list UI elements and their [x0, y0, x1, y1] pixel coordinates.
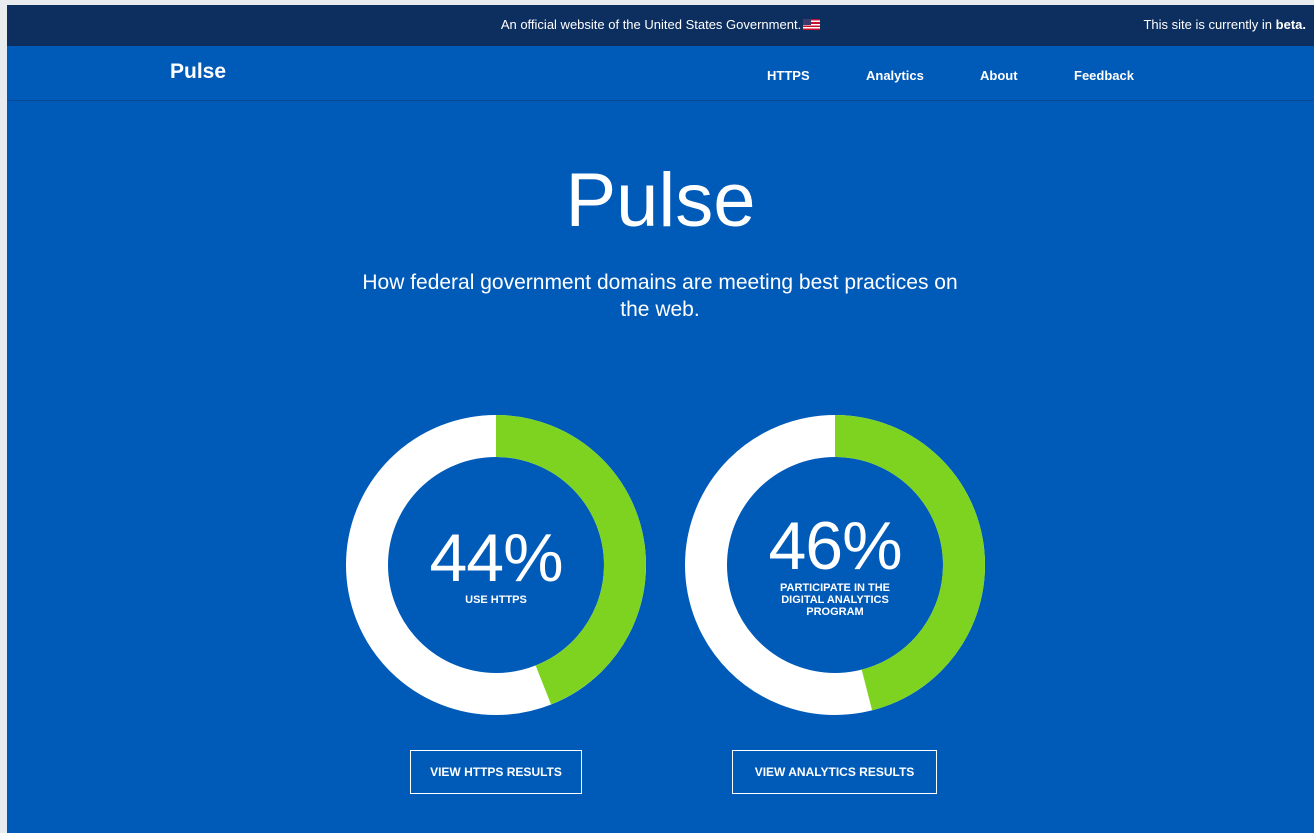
- https-percent-label: USE HTTPS: [465, 594, 527, 606]
- nav-link-feedback[interactable]: Feedback: [1074, 68, 1134, 83]
- beta-prefix: This site is currently in: [1143, 17, 1273, 32]
- analytics-donut-inner: 46% PARTICIPATE IN THE DIGITAL ANALYTICS…: [684, 414, 986, 716]
- gov-banner: An official website of the United States…: [7, 5, 1314, 46]
- nav-link-https[interactable]: HTTPS: [767, 68, 810, 83]
- beta-notice: This site is currently in beta.: [1143, 17, 1306, 32]
- page-frame: An official website of the United States…: [7, 5, 1314, 833]
- beta-word: beta.: [1275, 17, 1306, 32]
- gov-banner-text-wrap: An official website of the United States…: [7, 17, 1314, 32]
- view-analytics-results-button[interactable]: VIEW ANALYTICS RESULTS: [732, 750, 937, 794]
- https-donut-chart: 44% USE HTTPS: [345, 414, 647, 716]
- https-donut-inner: 44% USE HTTPS: [345, 414, 647, 716]
- nav-link-analytics[interactable]: Analytics: [866, 68, 924, 83]
- view-https-results-button[interactable]: VIEW HTTPS RESULTS: [410, 750, 582, 794]
- us-flag-icon: [803, 19, 821, 30]
- navbar: Pulse HTTPS Analytics About Feedback: [7, 46, 1314, 101]
- hero-subtitle: How federal government domains are meeti…: [362, 271, 958, 321]
- nav-link-about[interactable]: About: [980, 68, 1018, 83]
- analytics-percent-label: PARTICIPATE IN THE DIGITAL ANALYTICS PRO…: [780, 582, 890, 618]
- analytics-percent: 46%: [768, 508, 902, 584]
- gov-banner-text: An official website of the United States…: [500, 17, 802, 32]
- brand-logo[interactable]: Pulse: [170, 60, 226, 84]
- hero-title: Pulse: [565, 158, 756, 243]
- analytics-donut-chart: 46% PARTICIPATE IN THE DIGITAL ANALYTICS…: [684, 414, 986, 716]
- https-percent: 44%: [429, 520, 563, 596]
